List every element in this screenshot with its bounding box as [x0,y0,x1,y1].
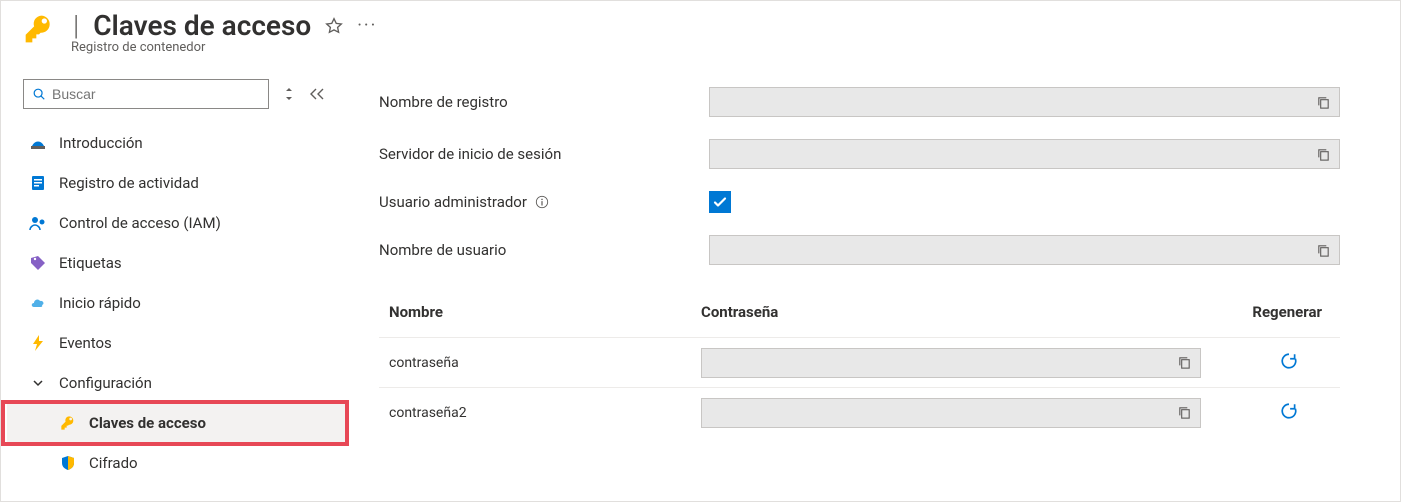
copy-icon[interactable] [1177,405,1192,420]
username-label: Nombre de usuario [379,241,709,259]
sidebar-item-quick-start[interactable]: Inicio rápido [23,283,341,323]
quick-start-icon [29,294,47,312]
sidebar-item-label: Registro de actividad [59,174,199,192]
copy-icon[interactable] [1177,355,1192,370]
copy-icon[interactable] [1316,95,1331,110]
sidebar-section-label: Configuración [59,374,152,392]
sidebar-item-label: Etiquetas [59,254,122,272]
registry-name-field[interactable] [709,87,1340,117]
table-row: contraseña2 [379,387,1340,437]
sidebar-item-label: Introducción [59,134,143,152]
sidebar-item-label: Control de acceso (IAM) [59,214,221,232]
header-divider: | [73,9,79,42]
table-header-name: Nombre [379,303,701,321]
page-header: | Claves de acceso ··· Registro de conte… [1,1,1400,67]
sidebar-item-overview[interactable]: Introducción [23,123,341,163]
page-title: Claves de acceso [93,9,311,42]
expand-icon[interactable] [283,87,295,101]
events-icon [29,334,47,352]
sidebar-item-events[interactable]: Eventos [23,323,341,363]
admin-user-label-text: Usuario administrador [379,193,527,211]
sidebar-item-access-control[interactable]: Control de acceso (IAM) [23,203,341,243]
sidebar-item-label: Inicio rápido [59,294,141,312]
search-input[interactable] [23,79,269,109]
password-field[interactable] [701,348,1201,378]
shield-icon [59,454,77,472]
regenerate-button[interactable] [1280,402,1298,420]
passwords-table: Nombre Contraseña Regenerar contraseña c… [379,287,1340,437]
collapse-sidebar-icon[interactable] [309,88,325,100]
sidebar-item-label: Eventos [59,334,112,352]
password-field[interactable] [701,398,1201,428]
info-icon[interactable] [535,195,549,209]
access-control-icon [29,214,47,232]
favorite-icon[interactable] [325,17,343,35]
registry-name-label: Nombre de registro [379,93,709,111]
search-field[interactable] [52,86,260,102]
table-header-password: Contraseña [701,303,1205,321]
copy-icon[interactable] [1316,147,1331,162]
copy-icon[interactable] [1316,243,1331,258]
password-name: contraseña [379,355,701,371]
admin-user-checkbox[interactable] [709,191,731,213]
sidebar-item-activity-log[interactable]: Registro de actividad [23,163,341,203]
tags-icon [29,254,47,272]
table-row: contraseña [379,337,1340,387]
overview-icon [29,134,47,152]
more-icon[interactable]: ··· [357,15,377,36]
chevron-down-icon [29,374,47,392]
password-name: contraseña2 [379,405,701,421]
username-field[interactable] [709,235,1340,265]
sidebar-item-encryption[interactable]: Cifrado [23,443,341,483]
login-server-label: Servidor de inicio de sesión [379,145,709,163]
key-icon [59,414,77,432]
key-icon [23,13,55,45]
table-header-regenerate: Regenerar [1205,303,1340,321]
page-subtitle: Registro de contenedor [71,40,1400,55]
sidebar-section-configuration[interactable]: Configuración [23,363,341,403]
regenerate-button[interactable] [1280,352,1298,370]
sidebar-item-label: Claves de acceso [89,414,206,432]
admin-user-label: Usuario administrador [379,193,709,211]
sidebar-item-access-keys[interactable]: Claves de acceso [7,403,345,443]
sidebar: Introducción Registro de actividad Contr… [1,67,351,501]
sidebar-nav: Introducción Registro de actividad Contr… [23,123,341,483]
main-content: Nombre de registro Servidor de inicio de… [351,67,1400,501]
sidebar-item-label: Cifrado [89,454,138,472]
login-server-field[interactable] [709,139,1340,169]
activity-log-icon [29,174,47,192]
sidebar-item-tags[interactable]: Etiquetas [23,243,341,283]
